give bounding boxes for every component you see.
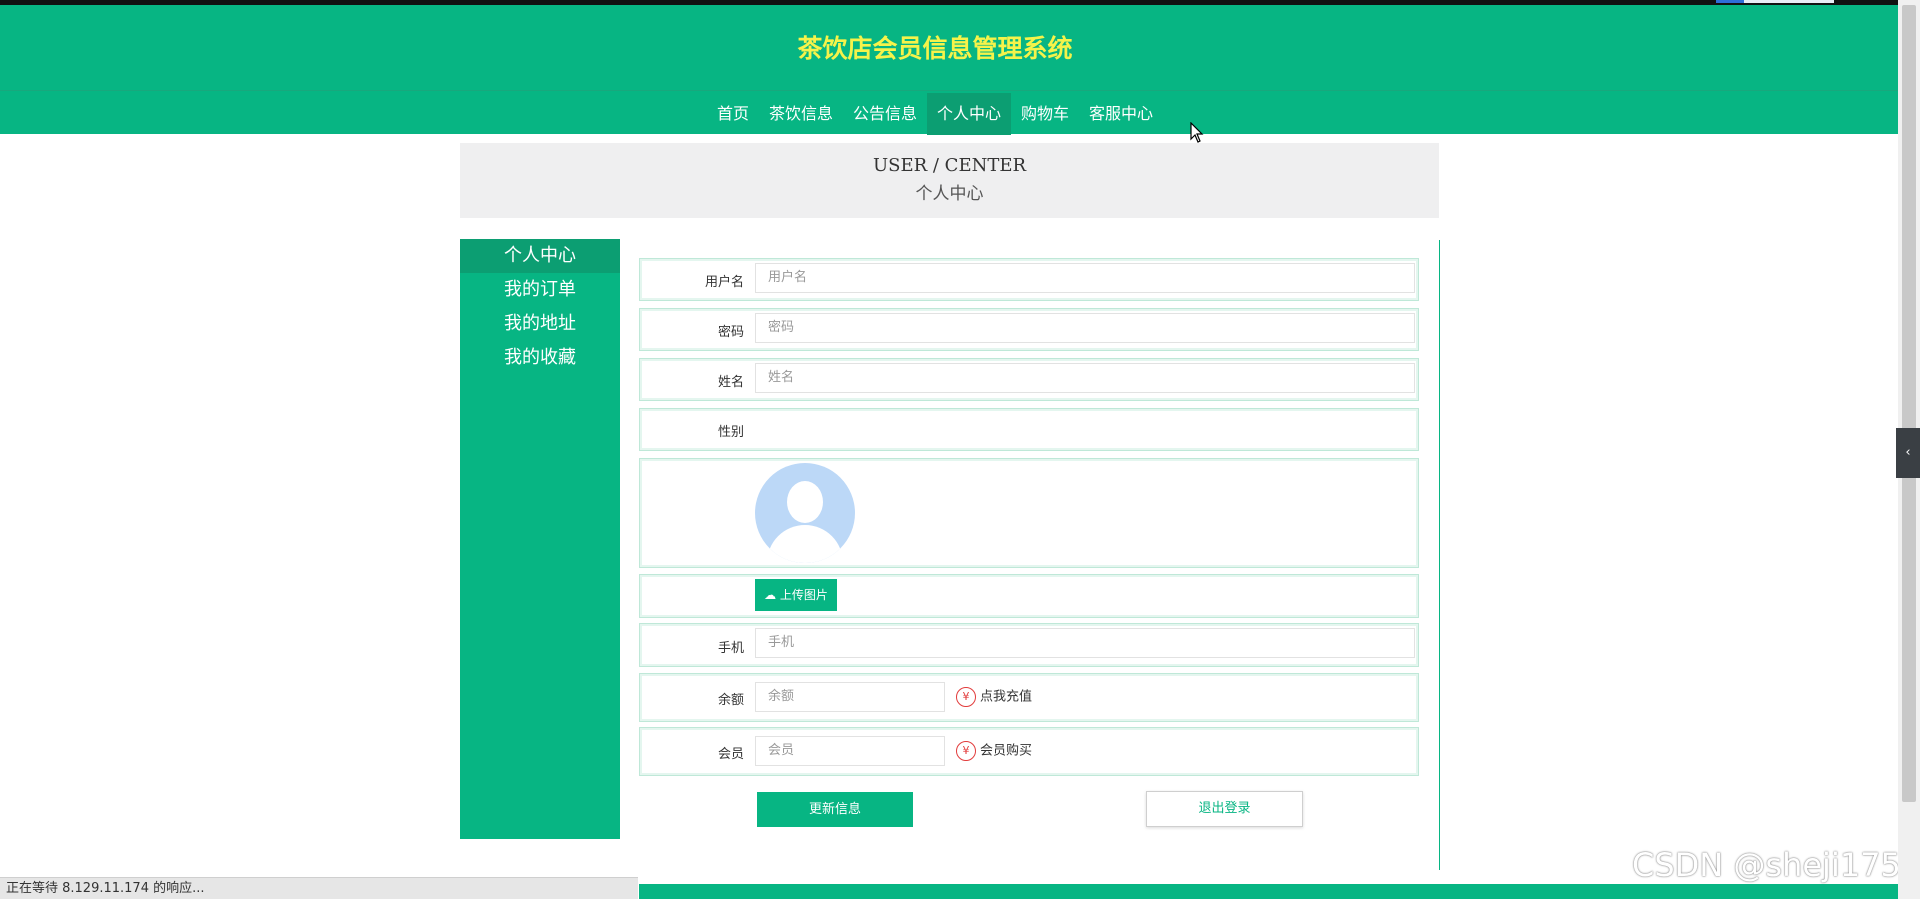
nav-divider — [0, 90, 1898, 91]
form-row-upload: ☁ 上传图片 — [639, 574, 1419, 618]
balance-label: 余额 — [717, 693, 744, 708]
phone-input[interactable]: 手机 — [755, 628, 1415, 658]
password-label: 密码 — [717, 325, 744, 340]
nav-item-home[interactable]: 首页 — [707, 93, 759, 135]
upload-image-label: 上传图片 — [779, 588, 828, 602]
cloud-upload-icon: ☁ — [764, 588, 777, 602]
form-row-name: 姓名 姓名 — [639, 358, 1419, 401]
banner-title-cn: 个人中心 — [915, 184, 984, 204]
gender-label: 性别 — [717, 425, 744, 440]
scrollbar-thumb[interactable] — [1902, 5, 1916, 802]
sidebar: 个人中心 我的订单 我的地址 我的收藏 — [460, 239, 620, 839]
yen-icon: ¥ — [956, 741, 976, 761]
form-row-password: 密码 密码 — [639, 308, 1419, 351]
logout-button[interactable]: 退出登录 — [1146, 791, 1303, 827]
sidebar-item-my-favorites[interactable]: 我的收藏 — [460, 341, 620, 375]
mouse-cursor-icon — [1190, 122, 1204, 143]
form-row-username: 用户名 用户名 — [639, 258, 1419, 301]
update-info-button[interactable]: 更新信息 — [757, 792, 913, 827]
username-input[interactable]: 用户名 — [755, 263, 1415, 293]
member-label: 会员 — [717, 747, 744, 762]
name-input[interactable]: 姓名 — [755, 363, 1415, 393]
nav-item-customer-service[interactable]: 客服中心 — [1079, 93, 1163, 135]
avatar-shoulders-shape — [767, 525, 843, 563]
sidebar-item-my-address[interactable]: 我的地址 — [460, 307, 620, 341]
member-input[interactable]: 会员 — [755, 736, 945, 766]
watermark: CSDN @sheji175 — [1632, 846, 1901, 884]
yen-icon: ¥ — [956, 687, 976, 707]
member-purchase-link[interactable]: ¥ 会员购买 — [956, 741, 1032, 762]
form-row-balance: 余额 余额 ¥ 点我充值 — [639, 673, 1419, 722]
site-header: 茶饮店会员信息管理系统 首页 茶饮信息 公告信息 个人中心 购物车 客服中心 — [0, 5, 1898, 135]
content-border — [1439, 240, 1440, 870]
recharge-link[interactable]: ¥ 点我充值 — [956, 687, 1032, 708]
site-title: 茶饮店会员信息管理系统 — [797, 34, 1073, 63]
footer-bar — [639, 884, 1898, 899]
recharge-label: 点我充值 — [980, 689, 1033, 705]
page-banner: USER / CENTER 个人中心 — [460, 143, 1439, 218]
avatar-head-shape — [787, 481, 823, 523]
nav-item-tea-info[interactable]: 茶饮信息 — [759, 93, 843, 135]
balance-input[interactable]: 余额 — [755, 682, 945, 712]
banner-title-en: USER / CENTER — [872, 155, 1027, 176]
browser-status-bar: 正在等待 8.129.11.174 的响应... — [0, 877, 638, 899]
form-row-gender: 性别 — [639, 408, 1419, 451]
form-row-avatar — [639, 458, 1419, 568]
sidebar-item-my-orders[interactable]: 我的订单 — [460, 273, 620, 307]
member-purchase-label: 会员购买 — [980, 743, 1033, 759]
nav-item-personal-center[interactable]: 个人中心 — [927, 93, 1012, 135]
collapse-panel-button[interactable]: ‹ — [1896, 428, 1920, 478]
phone-label: 手机 — [717, 641, 744, 656]
upload-image-button[interactable]: ☁ 上传图片 — [755, 579, 837, 611]
browser-tab-accent — [1716, 0, 1744, 3]
avatar-image — [755, 463, 855, 563]
nav-item-cart[interactable]: 购物车 — [1011, 93, 1079, 135]
form-row-phone: 手机 手机 — [639, 623, 1419, 667]
main-nav: 首页 茶饮信息 公告信息 个人中心 购物车 客服中心 — [0, 93, 1898, 139]
nav-item-announcements[interactable]: 公告信息 — [843, 93, 927, 135]
name-label: 姓名 — [717, 375, 744, 390]
form-row-member: 会员 会员 ¥ 会员购买 — [639, 727, 1419, 776]
username-label: 用户名 — [704, 275, 744, 290]
password-input[interactable]: 密码 — [755, 313, 1415, 343]
sidebar-item-personal-center[interactable]: 个人中心 — [460, 239, 620, 273]
chevron-left-icon: ‹ — [1905, 445, 1911, 460]
